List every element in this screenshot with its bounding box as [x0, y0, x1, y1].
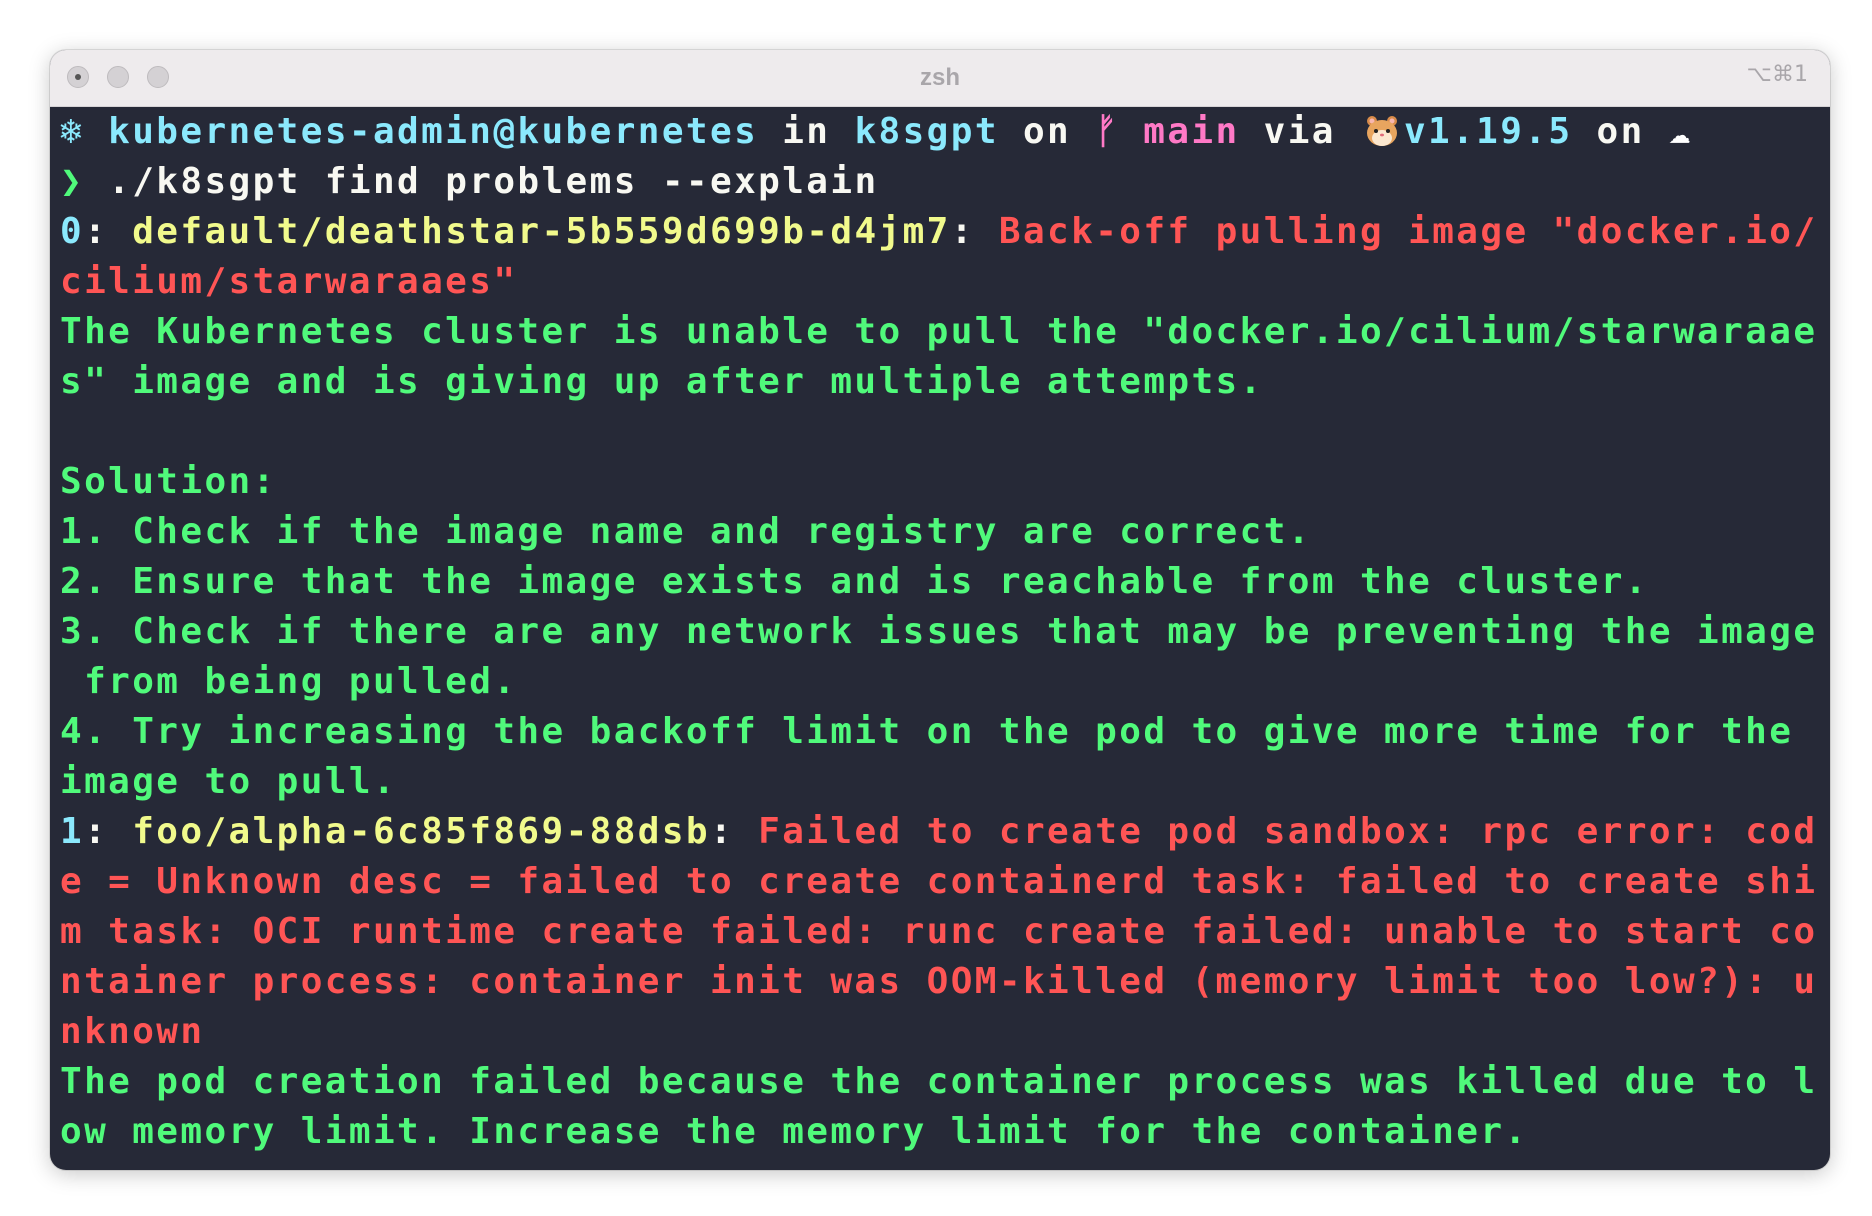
explain-line: ow memory limit. Increase the memory lim…: [60, 1111, 1529, 1152]
explain-line: 3. Check if there are any network issues…: [60, 611, 1818, 652]
kube-context: kubernetes-admin@kubernetes: [108, 111, 759, 152]
cloud-icon: ☁: [1668, 111, 1693, 152]
git-branch: main: [1143, 111, 1240, 152]
problem-error-line: e = Unknown desc = failed to create cont…: [60, 861, 1818, 902]
problem-error-text: Failed to create pod sandbox: rpc error:…: [758, 811, 1818, 852]
problem-name-sep: :: [710, 811, 759, 852]
problem-header: 1: foo/alpha-6c85f869-88dsb: Failed to c…: [60, 807, 1820, 857]
problem-name-sep: :: [950, 211, 999, 252]
title-bar[interactable]: zsh ⌥⌘1: [50, 50, 1830, 107]
explain-line: Solution:: [60, 461, 277, 502]
go-version: v1.19.5: [1403, 111, 1573, 152]
command-line: ❯ ./k8sgpt find problems --explain: [60, 157, 1820, 207]
kubernetes-icon: ❄: [60, 111, 85, 152]
problem-error-text: Back-off pulling image "docker.io/: [998, 211, 1818, 252]
terminal-window: zsh ⌥⌘1 ❄ kubernetes-admin@kubernetes in…: [50, 50, 1830, 1170]
problem-index-sep: :: [84, 811, 133, 852]
explain-line: from being pulled.: [60, 661, 518, 702]
git-branch-icon: ᚠ: [1095, 111, 1120, 152]
explain-line: The Kubernetes cluster is unable to pull…: [60, 311, 1818, 352]
window-title: zsh: [919, 64, 960, 91]
problem-index-sep: :: [84, 211, 133, 252]
problem-resource-name: default/deathstar-5b559d699b-d4jm7: [132, 211, 951, 252]
problem-error-line: cilium/starwaraaes": [60, 261, 518, 302]
prompt-chevron-icon: ❯: [60, 161, 85, 202]
problem-index: 1: [60, 811, 85, 852]
problem-resource-name: foo/alpha-6c85f869-88dsb: [132, 811, 711, 852]
problem-error-line: m task: OCI runtime create failed: runc …: [60, 911, 1818, 952]
explain-line: [60, 407, 1820, 457]
prompt-on-word-2: on: [1572, 111, 1669, 152]
explain-line: The pod creation failed because the cont…: [60, 1061, 1818, 1102]
explain-line: s" image and is giving up after multiple…: [60, 361, 1264, 402]
problem-error-line: ntainer process: container init was OOM-…: [60, 961, 1818, 1002]
problem-error-line: nknown: [60, 1011, 205, 1052]
prompt-via-word: via: [1239, 111, 1360, 152]
prompt-in-word: in: [758, 111, 855, 152]
prompt-on-word: on: [998, 111, 1096, 152]
explain-line: 2. Ensure that the image exists and is r…: [60, 561, 1649, 602]
hamster-icon: [1366, 116, 1397, 146]
explain-line: 1. Check if the image name and registry …: [60, 511, 1312, 552]
problem-index: 0: [60, 211, 85, 252]
current-directory: k8sgpt: [854, 111, 999, 152]
explain-line: 4. Try increasing the backoff limit on t…: [60, 711, 1794, 752]
terminal-output[interactable]: ❄ kubernetes-admin@kubernetes in k8sgpt …: [60, 107, 1820, 1157]
explain-line: image to pull.: [60, 761, 398, 802]
command-text: ./k8sgpt find problems --explain: [108, 161, 879, 202]
prompt-line: ❄ kubernetes-admin@kubernetes in k8sgpt …: [60, 107, 1820, 157]
problem-header: 0: default/deathstar-5b559d699b-d4jm7: B…: [60, 207, 1820, 257]
tab-shortcut: ⌥⌘1: [1746, 62, 1808, 87]
